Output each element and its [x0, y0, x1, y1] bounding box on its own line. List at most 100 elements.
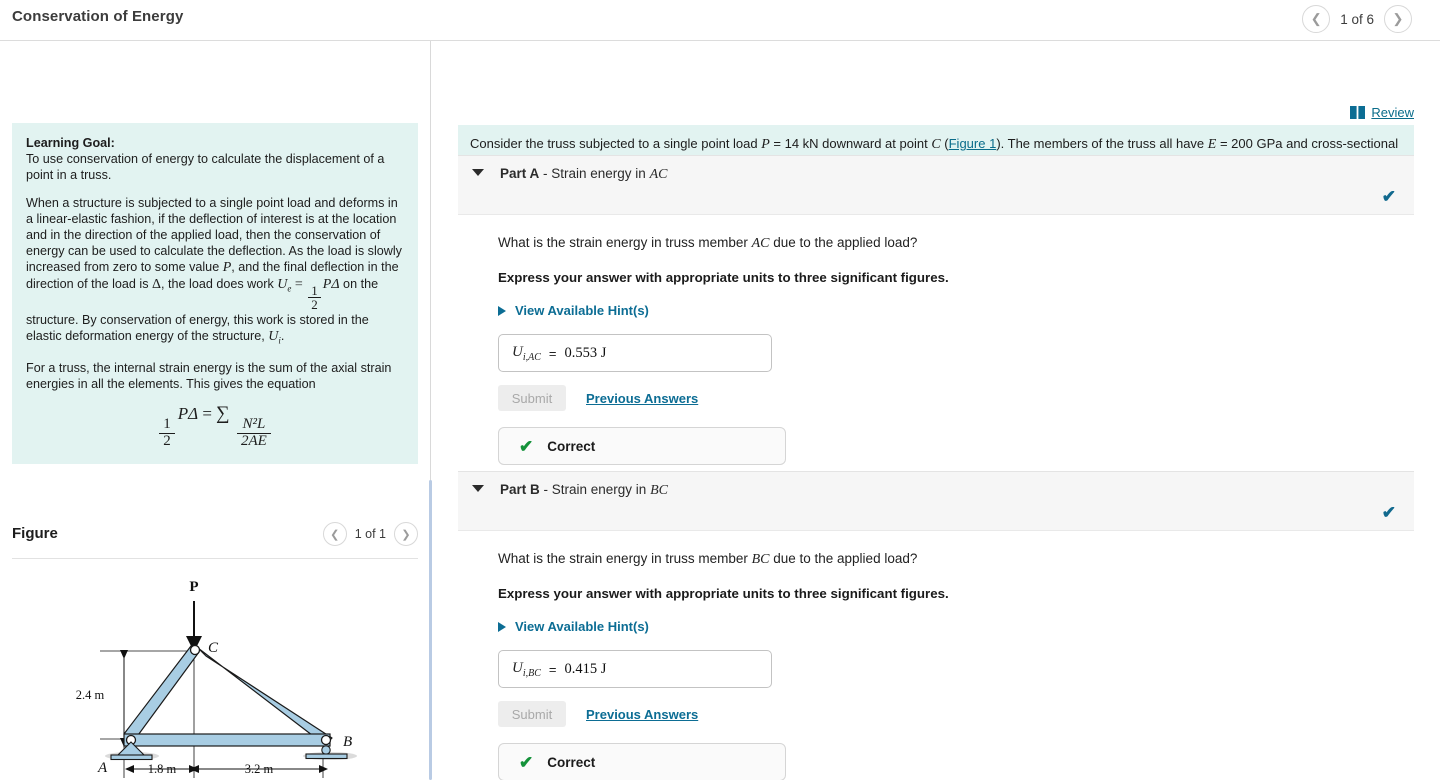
part-b-feedback: ✔ Correct [498, 743, 786, 780]
part-b-feedback-check-icon: ✔ [519, 752, 534, 772]
figure-chevron-left-icon[interactable]: ❮ [322, 522, 347, 546]
equation-rhs-fraction: N²L 2AE [236, 416, 271, 450]
equation-lhs-denominator: 2 [159, 433, 175, 450]
figure-pager-label: 1 of 1 [354, 527, 386, 541]
goal-p1-e: . [280, 328, 285, 343]
svg-text:C: C [208, 640, 219, 656]
caret-down-icon[interactable] [472, 169, 484, 176]
part-b-header[interactable]: Part B - Strain energy in BC ✔ [458, 471, 1414, 531]
svg-text:P: P [189, 579, 198, 595]
equation-equals: = [202, 404, 212, 424]
equation-lhs-fraction: 12 [159, 417, 175, 450]
part-b-submit-button[interactable]: Submit [498, 701, 566, 727]
part-a-previous-answers-link[interactable]: Previous Answers [586, 391, 698, 406]
svg-text:2.4 m: 2.4 m [76, 688, 105, 702]
learning-goal-heading: Learning Goal: [26, 136, 115, 150]
part-b-label-rest: - Strain energy in [539, 482, 651, 497]
part-b-previous-answers-link[interactable]: Previous Answers [586, 707, 698, 722]
triangle-right-icon [498, 305, 506, 316]
part-b-instruction: Express your answer with appropriate uni… [498, 586, 949, 601]
part-b-label: Part B - Strain energy in BC [500, 482, 668, 499]
goal-p1-c: , the load does work [161, 277, 278, 291]
truss-figure[interactable]: P 2.4 m C A B 1.8 m 3.2 m [12, 566, 418, 780]
page-root: Conservation of Energy ❮ 1 of 6 ❯ Learni… [0, 0, 1440, 780]
part-a-section: Part A - Strain energy in AC ✔ What is t… [458, 155, 1414, 465]
problem-text-c: ( [940, 136, 949, 151]
problem-text-a: Consider the truss subjected to a single… [470, 136, 762, 151]
triangle-right-icon [498, 621, 506, 632]
left-panel: Learning Goal: To use conservation of en… [0, 41, 431, 780]
part-b-label-bold: Part B [500, 482, 540, 497]
assignment-pager: ❮ 1 of 6 ❯ [1302, 5, 1412, 33]
book-icon [1350, 106, 1366, 119]
learning-goal-equation: 1 2 PΔ = ∑ N²L 2AE [26, 403, 404, 450]
equation-rhs-numerator: N²L [242, 416, 266, 433]
part-a-question-member: AC [751, 236, 770, 251]
part-a-question-a: What is the strain energy in truss membe… [498, 235, 752, 250]
figure-chevron-right-icon[interactable]: ❯ [394, 522, 418, 546]
part-a-submit-button[interactable]: Submit [498, 385, 566, 411]
learning-goal-paragraph-1: When a structure is subjected to a singl… [26, 195, 404, 348]
part-b-feedback-label: Correct [547, 754, 596, 770]
part-a-header[interactable]: Part A - Strain energy in AC ✔ [458, 155, 1414, 215]
part-a-status-check-icon: ✔ [1381, 187, 1396, 206]
part-a-body: What is the strain energy in truss membe… [458, 215, 1414, 465]
goal-fraction-numerator: 1 [311, 283, 318, 299]
learning-goal-heading-text: To use conservation of energy to calcula… [26, 152, 385, 182]
part-b-hints-toggle[interactable]: View Available Hint(s) [498, 619, 1414, 634]
part-a-button-row: Submit Previous Answers [498, 385, 1414, 411]
part-b-question-member: BC [751, 552, 770, 567]
figure-1-link[interactable]: Figure 1 [949, 136, 997, 151]
assignment-pager-label: 1 of 6 [1340, 11, 1374, 27]
part-b-question: What is the strain energy in truss membe… [498, 551, 1414, 568]
part-b-question-b: due to the applied load? [769, 551, 918, 566]
part-a-question-b: due to the applied load? [769, 235, 918, 250]
part-a-answer-value: 0.553 J [564, 344, 607, 361]
part-a-label-bold: Part A [500, 166, 540, 181]
part-b-hints-label[interactable]: View Available Hint(s) [515, 619, 649, 634]
part-a-label-rest: - Strain energy in [539, 166, 650, 181]
goal-eq-sign: = [294, 277, 303, 292]
equation-sigma: ∑ [216, 403, 230, 425]
part-a-answer-input[interactable]: Ui,AC = 0.553 J [498, 334, 772, 372]
problem-var-p: P [761, 137, 770, 152]
learning-goal-heading-paragraph: Learning Goal: To use conservation of en… [26, 135, 404, 183]
learning-goal-paragraph-2: For a truss, the internal strain energy … [26, 361, 392, 392]
part-b-answer-value: 0.415 J [564, 660, 607, 677]
goal-fraction-denominator: 2 [308, 297, 321, 312]
caret-down-icon[interactable] [472, 485, 484, 492]
svg-text:A: A [97, 760, 108, 776]
part-b-answer-symbol: Ui,BC [512, 659, 541, 679]
part-a-feedback-check-icon: ✔ [519, 436, 534, 456]
learning-goal-panel: Learning Goal: To use conservation of en… [12, 123, 418, 465]
goal-var-p: P [222, 260, 232, 275]
part-a-feedback-label: Correct [547, 438, 596, 454]
review-link[interactable]: Review [1371, 105, 1414, 120]
figure-pager: ❮ 1 of 1 ❯ [322, 522, 418, 546]
part-b-label-member: BC [650, 483, 668, 498]
review-row[interactable]: Review [1350, 105, 1414, 120]
problem-var-c: C [931, 137, 941, 152]
page-title: Conservation of Energy [12, 8, 184, 25]
part-a-label-member: AC [649, 167, 668, 182]
part-a-question: What is the strain energy in truss membe… [498, 235, 1414, 252]
figure-title: Figure [12, 525, 58, 542]
part-b-question-a: What is the strain energy in truss membe… [498, 551, 752, 566]
goal-fraction-half: 12 [308, 284, 321, 312]
part-b-answer-subscript: i,BC [522, 667, 541, 679]
part-a-label: Part A - Strain energy in AC [500, 166, 667, 183]
part-a-answer-symbol: Ui,AC [512, 343, 541, 363]
part-a-hints-toggle[interactable]: View Available Hint(s) [498, 303, 1414, 318]
top-bar: Conservation of Energy ❮ 1 of 6 ❯ [0, 0, 1440, 41]
equation-lhs-tail: PΔ [177, 404, 199, 424]
chevron-left-icon[interactable]: ❮ [1302, 5, 1331, 33]
problem-text-b: = 14 kN downward at point [769, 136, 932, 151]
part-a-feedback: ✔ Correct [498, 427, 786, 465]
goal-var-delta: Δ [152, 277, 162, 292]
part-b-answer-input[interactable]: Ui,BC = 0.415 J [498, 650, 772, 688]
goal-var-pdelta: PΔ [322, 277, 340, 292]
part-a-answer-equals: = [548, 345, 557, 361]
chevron-right-icon[interactable]: ❯ [1384, 5, 1412, 33]
part-a-hints-label[interactable]: View Available Hint(s) [515, 303, 649, 318]
right-panel: Review Consider the truss subjected to a… [432, 41, 1440, 780]
